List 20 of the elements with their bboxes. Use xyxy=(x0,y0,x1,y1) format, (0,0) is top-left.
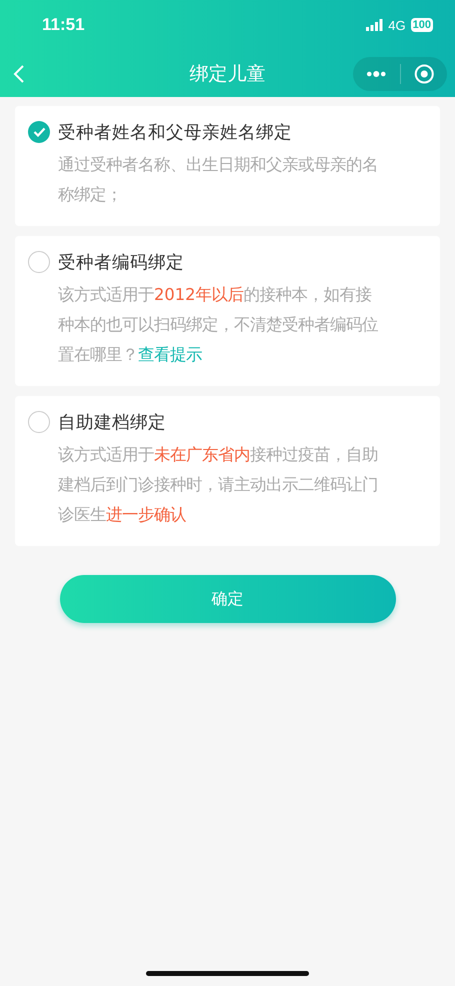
page-title: 绑定儿童 xyxy=(190,62,266,84)
status-time: 11:51 xyxy=(42,15,85,35)
option-description: 该方式适用于未在广东省内接种过疫苗，自助建档后到门诊接种时，请主动出示二维码让门诊医生进一步确认 xyxy=(58,444,379,526)
option-title: 受种者编码绑定 xyxy=(58,252,184,274)
radio-button[interactable] xyxy=(28,251,50,273)
binding-option[interactable]: 自助建档绑定 该方式适用于未在广东省内接种过疫苗，自助建档后到门诊接种时，请主动出示二维码让门诊医生进一步确认 xyxy=(15,396,440,546)
radio-button[interactable] xyxy=(28,121,50,143)
check-icon xyxy=(32,127,46,137)
signal-icon xyxy=(366,19,384,31)
option-description: 该方式适用于2012年以后的接种本，如有接种本的也可以扫码绑定，不清楚受种者编码位置在哪里？查看提示 xyxy=(58,284,379,366)
capsule-menu[interactable] xyxy=(353,56,447,90)
option-description: 通过受种者名称、出生日期和父亲或母亲的名称绑定； xyxy=(58,154,379,206)
option-title: 受种者姓名和父母亲姓名绑定 xyxy=(58,122,292,144)
binding-option[interactable]: 受种者姓名和父母亲姓名绑定 通过受种者名称、出生日期和父亲或母亲的名称绑定； xyxy=(15,106,440,226)
back-icon[interactable] xyxy=(12,64,26,84)
radio-button[interactable] xyxy=(28,411,50,433)
binding-option[interactable]: 受种者编码绑定 该方式适用于2012年以后的接种本，如有接种本的也可以扫码绑定，不清楚受种者编码位置在哪里？查看提示 xyxy=(15,236,440,386)
option-title: 自助建档绑定 xyxy=(58,412,166,434)
network-label: 4G xyxy=(388,18,406,32)
battery-level: 100 xyxy=(410,18,433,32)
